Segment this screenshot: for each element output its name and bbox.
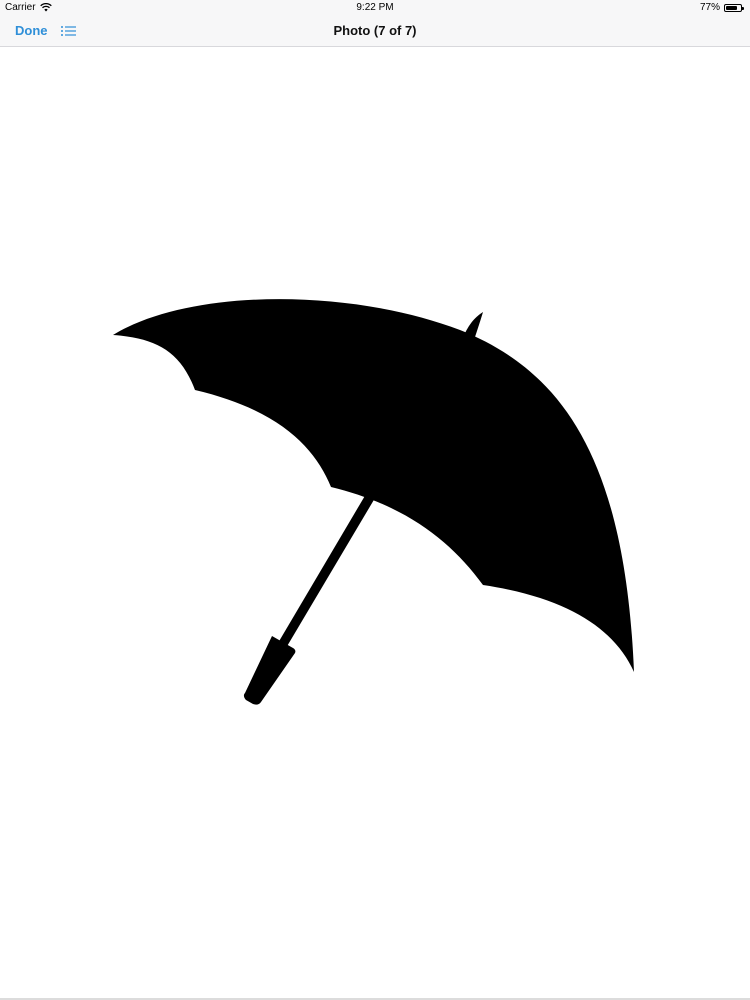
status-right: 77% [699,2,744,13]
umbrella-icon [113,299,634,705]
umbrella-shaft [278,494,375,648]
status-bar: Carrier 9:22 PM 77% [0,0,750,16]
status-time: 9:22 PM [356,2,394,13]
navigation-bar: Done Photo (7 of 7) [0,16,750,47]
battery-fill [726,5,737,10]
battery-icon [724,3,744,12]
photo-view[interactable] [0,47,750,1000]
battery-percentage: 77% [699,2,720,13]
umbrella-canopy [113,299,634,672]
umbrella-handle [243,636,296,705]
page-title: Photo (7 of 7) [333,23,417,38]
photo-viewer-screen: Carrier 9:22 PM 77% Done Photo (7 of 7) [0,0,750,1000]
